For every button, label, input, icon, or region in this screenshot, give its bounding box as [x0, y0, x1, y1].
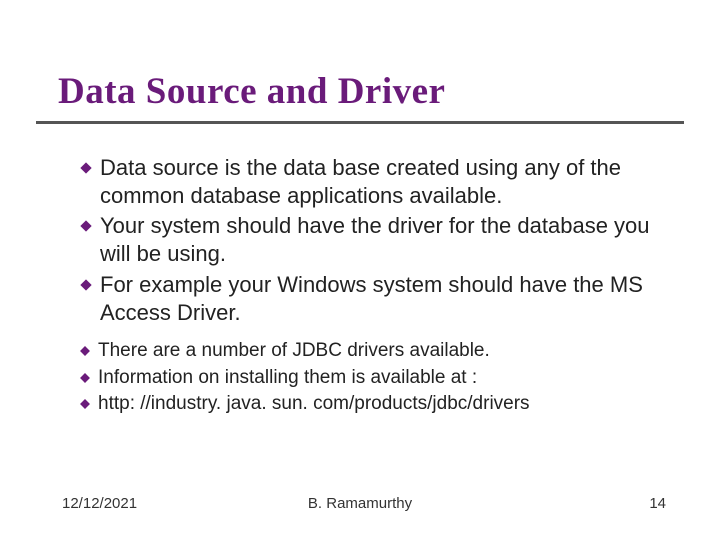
list-item-text: Your system should have the driver for t… [100, 212, 670, 268]
list-item: Your system should have the driver for t… [80, 212, 670, 268]
diamond-bullet-icon [80, 373, 90, 383]
footer: 12/12/2021 B. Ramamurthy 14 [0, 495, 720, 512]
list-item-text: There are a number of JDBC drivers avail… [98, 339, 490, 364]
diamond-bullet-icon [80, 279, 92, 291]
list-item: For example your Windows system should h… [80, 271, 670, 327]
footer-page-number: 14 [649, 495, 666, 512]
list-item-text: Information on installing them is availa… [98, 366, 477, 391]
diamond-bullet-icon [80, 346, 90, 356]
list-item: Data source is the data base created usi… [80, 154, 670, 210]
footer-date: 12/12/2021 [62, 495, 137, 512]
list-item-text: Data source is the data base created usi… [100, 154, 670, 210]
sub-list: There are a number of JDBC drivers avail… [80, 339, 670, 417]
content-area: Data source is the data base created usi… [0, 124, 720, 417]
diamond-bullet-icon [80, 399, 90, 409]
footer-author: B. Ramamurthy [308, 495, 412, 512]
slide-title: Data Source and Driver [0, 0, 720, 121]
list-item: http: //industry. java. sun. com/product… [80, 392, 670, 417]
diamond-bullet-icon [80, 220, 92, 232]
list-item-text: For example your Windows system should h… [100, 271, 670, 327]
list-item-text: http: //industry. java. sun. com/product… [98, 392, 530, 417]
diamond-bullet-icon [80, 162, 92, 174]
list-item: Information on installing them is availa… [80, 366, 670, 391]
slide: Data Source and Driver Data source is th… [0, 0, 720, 540]
list-item: There are a number of JDBC drivers avail… [80, 339, 670, 364]
